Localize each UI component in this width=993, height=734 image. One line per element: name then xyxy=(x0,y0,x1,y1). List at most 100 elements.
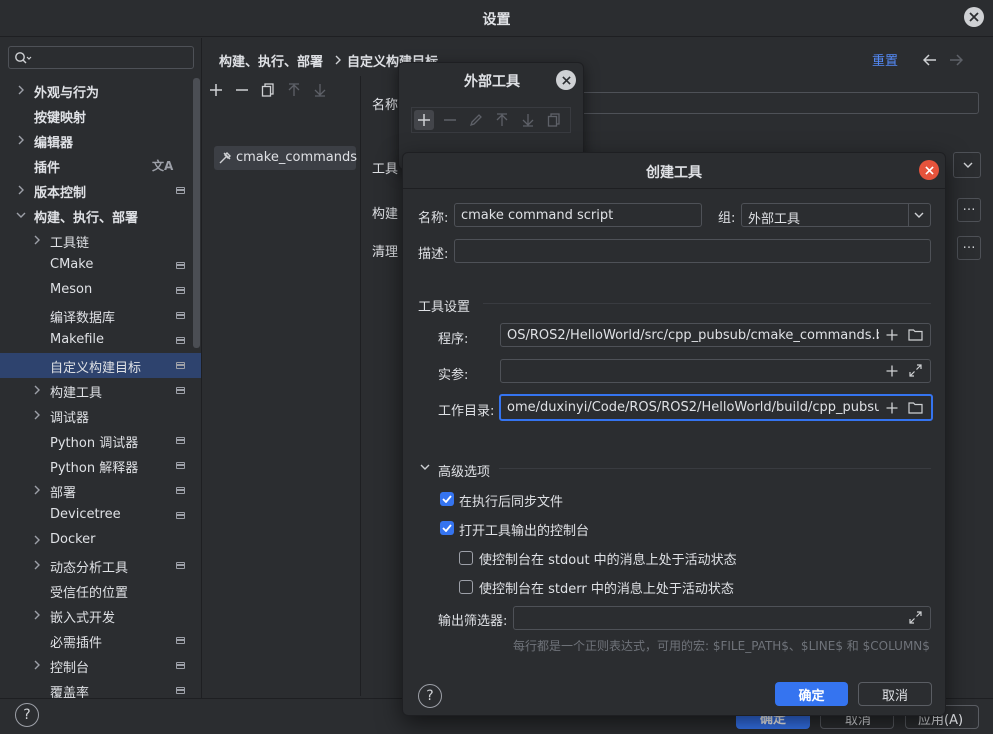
sidebar-item[interactable]: 自定义构建目标 xyxy=(0,353,201,378)
arrow-down-icon[interactable] xyxy=(521,113,535,127)
sidebar-scrollbar[interactable] xyxy=(193,78,200,348)
forward-arrow-icon[interactable] xyxy=(949,54,963,66)
sidebar-item[interactable]: Devicetree xyxy=(0,503,201,528)
chevron-right-icon[interactable] xyxy=(32,410,42,420)
sidebar-item[interactable]: 按键映射 xyxy=(0,103,201,128)
sidebar-item-label: 插件 xyxy=(34,161,61,176)
insert-macro-icon[interactable] xyxy=(886,365,898,377)
close-window-button[interactable] xyxy=(964,7,984,27)
sidebar-item[interactable]: Docker xyxy=(0,528,201,553)
sidebar-item[interactable]: 覆盖率 xyxy=(0,678,201,698)
sidebar-item[interactable]: CMake xyxy=(0,253,201,278)
chevron-right-icon[interactable] xyxy=(32,660,42,670)
move-down-button[interactable] xyxy=(311,81,329,99)
target-list-item[interactable]: cmake_commands xyxy=(214,146,357,170)
sidebar-item[interactable]: 外观与行为 xyxy=(0,78,201,103)
sidebar-item[interactable]: 构建工具 xyxy=(0,378,201,403)
ok-button[interactable]: 确定 xyxy=(775,682,848,706)
ext-add-button[interactable] xyxy=(414,110,434,130)
edit-icon[interactable] xyxy=(469,113,483,127)
create-tool-close-button[interactable] xyxy=(919,160,939,180)
stdout-active-checkbox[interactable] xyxy=(459,551,473,565)
remove-target-button[interactable] xyxy=(233,81,251,99)
program-input[interactable]: OS/ROS2/HelloWorld/src/cpp_pubsub/cmake_… xyxy=(500,323,931,347)
arguments-input[interactable] xyxy=(500,359,931,383)
target-name-field[interactable] xyxy=(575,92,979,114)
build-more-button[interactable]: … xyxy=(957,198,981,222)
sidebar-item-label: 构建、执行、部署 xyxy=(34,211,139,226)
sidebar-item[interactable]: 动态分析工具 xyxy=(0,553,201,578)
chevron-right-icon[interactable] xyxy=(32,385,42,395)
sidebar-item[interactable]: 受信任的位置 xyxy=(0,578,201,603)
add-target-button[interactable] xyxy=(207,81,225,99)
sidebar-item[interactable]: 版本控制 xyxy=(0,178,201,203)
sidebar-item[interactable]: 插件 文A xyxy=(0,153,201,178)
output-filter-label: 输出筛选器: xyxy=(438,614,508,629)
sidebar-item[interactable]: Makefile xyxy=(0,328,201,353)
arrow-up-icon[interactable] xyxy=(495,113,509,127)
insert-macro-icon[interactable] xyxy=(886,402,898,414)
breadcrumb-part1[interactable]: 构建、执行、部署 xyxy=(219,51,323,70)
copy-target-button[interactable] xyxy=(259,81,277,99)
group-combobox[interactable]: 外部工具 xyxy=(741,203,931,227)
chevron-down-icon[interactable] xyxy=(16,210,26,220)
clean-more-button[interactable]: … xyxy=(957,236,981,260)
chevron-right-icon[interactable] xyxy=(32,535,42,545)
advanced-options-toggle[interactable]: 高级选项 xyxy=(438,461,490,480)
dialog-help-button[interactable]: ? xyxy=(418,684,442,708)
cancel-button[interactable]: 取消 xyxy=(858,682,932,706)
move-up-button[interactable] xyxy=(285,81,303,99)
insert-macro-icon[interactable] xyxy=(886,329,898,341)
sidebar-item[interactable]: 构建、执行、部署 xyxy=(0,203,201,228)
minus-icon[interactable] xyxy=(443,113,457,127)
sidebar-item[interactable]: 调试器 xyxy=(0,403,201,428)
working-dir-input[interactable]: ome/duxinyi/Code/ROS/ROS2/HelloWorld/bui… xyxy=(499,394,933,421)
sidebar-item[interactable]: Python 调试器 xyxy=(0,428,201,453)
stderr-active-checkbox[interactable] xyxy=(459,580,473,594)
chevron-right-icon[interactable] xyxy=(32,560,42,570)
output-filter-input[interactable] xyxy=(513,606,931,630)
project-scope-icon xyxy=(176,487,185,494)
sidebar-item-label: Python 解释器 xyxy=(50,461,139,476)
sidebar-item-label: 部署 xyxy=(50,486,77,501)
sidebar-item[interactable]: 编译数据库 xyxy=(0,303,201,328)
description-input[interactable] xyxy=(454,239,931,263)
external-tools-close-button[interactable] xyxy=(556,70,576,90)
open-console-checkbox[interactable] xyxy=(440,521,454,535)
sidebar-item[interactable]: 嵌入式开发 xyxy=(0,603,201,628)
project-scope-icon xyxy=(176,637,185,644)
folder-icon[interactable] xyxy=(908,401,923,414)
tool-dropdown[interactable] xyxy=(953,152,981,178)
sidebar-item[interactable]: Python 解释器 xyxy=(0,453,201,478)
back-arrow-icon[interactable] xyxy=(923,54,937,66)
chevron-right-icon[interactable] xyxy=(16,185,26,195)
sidebar-item[interactable]: 编辑器 xyxy=(0,128,201,153)
sidebar-item[interactable]: 工具链 xyxy=(0,228,201,253)
help-button[interactable]: ? xyxy=(15,703,39,727)
copy-icon[interactable] xyxy=(547,113,561,127)
sidebar-item[interactable]: 部署 xyxy=(0,478,201,503)
chevron-right-icon[interactable] xyxy=(16,85,26,95)
sidebar-item-label: Meson xyxy=(50,282,93,297)
chevron-right-icon[interactable] xyxy=(32,235,42,245)
folder-icon[interactable] xyxy=(908,328,923,341)
tool-name-input[interactable]: cmake command script xyxy=(454,203,702,227)
search-input[interactable] xyxy=(8,46,194,69)
chevron-right-icon[interactable] xyxy=(16,135,26,145)
sidebar-item[interactable]: 控制台 xyxy=(0,653,201,678)
sync-files-checkbox[interactable] xyxy=(440,492,454,506)
expand-icon[interactable] xyxy=(909,611,922,624)
sidebar-item[interactable]: Meson xyxy=(0,278,201,303)
chevron-right-icon[interactable] xyxy=(32,485,42,495)
sidebar-item-label: Makefile xyxy=(50,332,105,347)
group-value: 外部工具 xyxy=(748,212,801,227)
translate-icon: 文A xyxy=(152,159,174,173)
program-label: 程序: xyxy=(438,332,469,347)
reset-link[interactable]: 重置 xyxy=(872,50,898,69)
sidebar-item-label: 自定义构建目标 xyxy=(50,361,142,376)
chevron-right-icon[interactable] xyxy=(32,610,42,620)
sidebar-item[interactable]: 必需插件 xyxy=(0,628,201,653)
project-scope-icon xyxy=(176,462,185,469)
chevron-down-icon[interactable] xyxy=(420,464,430,471)
expand-icon[interactable] xyxy=(909,364,922,377)
